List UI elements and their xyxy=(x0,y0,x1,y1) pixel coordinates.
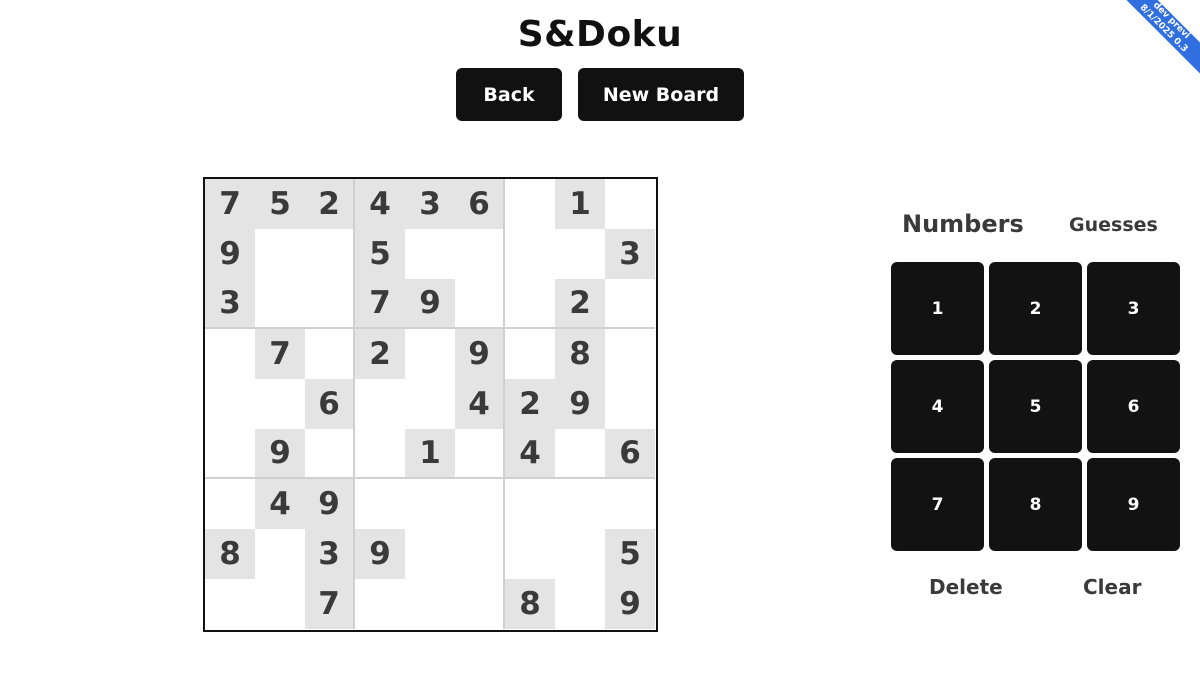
board-cell-r2c7[interactable] xyxy=(505,229,555,279)
board-cell-r1c1[interactable]: 7 xyxy=(205,179,255,229)
board-cell-r9c6[interactable] xyxy=(455,579,505,629)
board-cell-r4c4[interactable]: 2 xyxy=(355,329,405,379)
board-cell-r1c8[interactable]: 1 xyxy=(555,179,605,229)
board-cell-r2c9[interactable]: 3 xyxy=(605,229,655,279)
board-cell-r3c8[interactable]: 2 xyxy=(555,279,605,329)
number-key-9[interactable]: 9 xyxy=(1087,458,1180,551)
number-key-4[interactable]: 4 xyxy=(891,360,984,453)
board-cell-r2c5[interactable] xyxy=(405,229,455,279)
board-cell-r2c2[interactable] xyxy=(255,229,305,279)
board-cell-r7c2[interactable]: 4 xyxy=(255,479,305,529)
board-cell-r3c3[interactable] xyxy=(305,279,355,329)
board-cell-r4c8[interactable]: 8 xyxy=(555,329,605,379)
board-cell-r6c2[interactable]: 9 xyxy=(255,429,305,479)
board-cell-r6c1[interactable] xyxy=(205,429,255,479)
board-cell-r4c5[interactable] xyxy=(405,329,455,379)
board-cell-r2c8[interactable] xyxy=(555,229,605,279)
board-cell-r7c8[interactable] xyxy=(555,479,605,529)
board-cell-r3c5[interactable]: 9 xyxy=(405,279,455,329)
board-cell-r6c4[interactable] xyxy=(355,429,405,479)
board-cell-r9c7[interactable]: 8 xyxy=(505,579,555,629)
number-key-7[interactable]: 7 xyxy=(891,458,984,551)
board-cell-r3c9[interactable] xyxy=(605,279,655,329)
board-cell-r2c6[interactable] xyxy=(455,229,505,279)
board-cell-r5c2[interactable] xyxy=(255,379,305,429)
board-cell-r1c2[interactable]: 5 xyxy=(255,179,305,229)
board-cell-r8c2[interactable] xyxy=(255,529,305,579)
board-cell-r8c7[interactable] xyxy=(505,529,555,579)
sudoku-board: 75243619533792729864299146498395789 xyxy=(203,177,658,632)
board-cell-r4c9[interactable] xyxy=(605,329,655,379)
board-cell-r5c3[interactable]: 6 xyxy=(305,379,355,429)
board-cell-r4c3[interactable] xyxy=(305,329,355,379)
board-cell-r4c2[interactable]: 7 xyxy=(255,329,305,379)
board-cell-r1c3[interactable]: 2 xyxy=(305,179,355,229)
board-cell-r7c4[interactable] xyxy=(355,479,405,529)
board-cell-r9c9[interactable]: 9 xyxy=(605,579,655,629)
board-cell-r1c9[interactable] xyxy=(605,179,655,229)
board-cell-r2c3[interactable] xyxy=(305,229,355,279)
board-cell-r5c4[interactable] xyxy=(355,379,405,429)
board-cell-r5c8[interactable]: 9 xyxy=(555,379,605,429)
board-cell-r6c6[interactable] xyxy=(455,429,505,479)
tab-guesses[interactable]: Guesses xyxy=(1069,214,1158,236)
board-cell-r8c5[interactable] xyxy=(405,529,455,579)
board-cell-r7c9[interactable] xyxy=(605,479,655,529)
clear-button[interactable]: Clear xyxy=(1083,575,1141,599)
number-pad: 1 2 3 4 5 6 7 8 9 xyxy=(891,262,1180,551)
board-cell-r1c5[interactable]: 3 xyxy=(405,179,455,229)
board-cell-r6c8[interactable] xyxy=(555,429,605,479)
number-key-3[interactable]: 3 xyxy=(1087,262,1180,355)
board-cell-r2c4[interactable]: 5 xyxy=(355,229,405,279)
board-cell-r7c3[interactable]: 9 xyxy=(305,479,355,529)
board-cell-r7c7[interactable] xyxy=(505,479,555,529)
number-key-6[interactable]: 6 xyxy=(1087,360,1180,453)
board-cell-r9c8[interactable] xyxy=(555,579,605,629)
board-cell-r3c1[interactable]: 3 xyxy=(205,279,255,329)
board-cell-r9c3[interactable]: 7 xyxy=(305,579,355,629)
board-cell-r8c4[interactable]: 9 xyxy=(355,529,405,579)
board-cell-r9c5[interactable] xyxy=(405,579,455,629)
board-cell-r6c5[interactable]: 1 xyxy=(405,429,455,479)
number-key-5[interactable]: 5 xyxy=(989,360,1082,453)
board-cell-r8c9[interactable]: 5 xyxy=(605,529,655,579)
board-cell-r7c6[interactable] xyxy=(455,479,505,529)
board-cell-r5c5[interactable] xyxy=(405,379,455,429)
delete-button[interactable]: Delete xyxy=(929,575,1003,599)
new-board-button[interactable]: New Board xyxy=(578,68,744,121)
board-cell-r5c7[interactable]: 2 xyxy=(505,379,555,429)
page-title: S&Doku xyxy=(517,14,683,55)
board-cell-r3c4[interactable]: 7 xyxy=(355,279,405,329)
board-cell-r4c7[interactable] xyxy=(505,329,555,379)
board-cell-r4c6[interactable]: 9 xyxy=(455,329,505,379)
board-cell-r3c2[interactable] xyxy=(255,279,305,329)
number-key-2[interactable]: 2 xyxy=(989,262,1082,355)
board-cell-r6c9[interactable]: 6 xyxy=(605,429,655,479)
board-cell-r9c4[interactable] xyxy=(355,579,405,629)
number-key-8[interactable]: 8 xyxy=(989,458,1082,551)
board-cell-r7c5[interactable] xyxy=(405,479,455,529)
board-cell-r8c3[interactable]: 3 xyxy=(305,529,355,579)
board-cell-r5c9[interactable] xyxy=(605,379,655,429)
board-cell-r1c7[interactable] xyxy=(505,179,555,229)
number-key-1[interactable]: 1 xyxy=(891,262,984,355)
board-cell-r7c1[interactable] xyxy=(205,479,255,529)
board-cell-r5c6[interactable]: 4 xyxy=(455,379,505,429)
board-cell-r8c1[interactable]: 8 xyxy=(205,529,255,579)
board-cell-r6c7[interactable]: 4 xyxy=(505,429,555,479)
board-cell-r4c1[interactable] xyxy=(205,329,255,379)
board-cell-r1c6[interactable]: 6 xyxy=(455,179,505,229)
board-cell-r8c6[interactable] xyxy=(455,529,505,579)
board-cell-r8c8[interactable] xyxy=(555,529,605,579)
back-button[interactable]: Back xyxy=(456,68,562,121)
tab-numbers[interactable]: Numbers xyxy=(902,210,1024,238)
board-cell-r1c4[interactable]: 4 xyxy=(355,179,405,229)
board-cell-r9c1[interactable] xyxy=(205,579,255,629)
board-cell-r3c6[interactable] xyxy=(455,279,505,329)
board-cell-r5c1[interactable] xyxy=(205,379,255,429)
board-cell-r2c1[interactable]: 9 xyxy=(205,229,255,279)
board-cell-r9c2[interactable] xyxy=(255,579,305,629)
board-cell-r6c3[interactable] xyxy=(305,429,355,479)
board-cell-r3c7[interactable] xyxy=(505,279,555,329)
